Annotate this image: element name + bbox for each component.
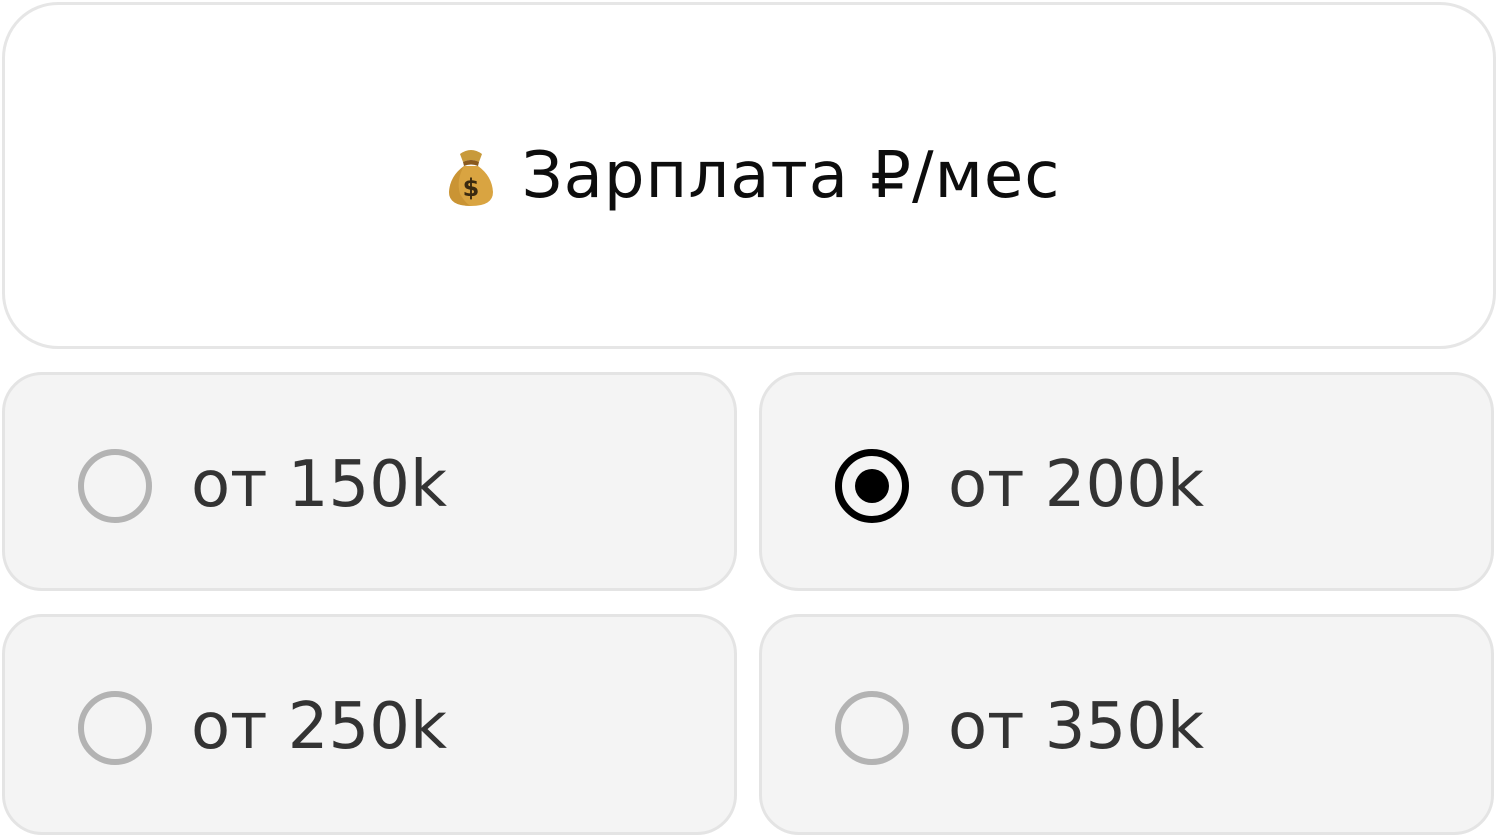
question-title: Зарплата ₽/мес (521, 138, 1061, 213)
money-bag-icon: $ (448, 149, 493, 206)
option-label: от 200k (948, 448, 1204, 522)
radio-button-unchecked[interactable] (835, 691, 909, 765)
salary-option-350k[interactable]: от 350k (759, 614, 1494, 835)
svg-text:$: $ (462, 174, 479, 202)
option-label: от 250k (191, 690, 447, 764)
salary-option-250k[interactable]: от 250k (2, 614, 737, 835)
radio-button-unchecked[interactable] (78, 691, 152, 765)
salary-option-200k[interactable]: от 200k (759, 372, 1494, 591)
radio-button-unchecked[interactable] (78, 449, 152, 523)
question-header: $ Зарплата ₽/мес (446, 139, 1061, 213)
option-label: от 350k (948, 690, 1204, 764)
question-card: $ Зарплата ₽/мес (2, 2, 1496, 349)
salary-option-150k[interactable]: от 150k (2, 372, 737, 591)
radio-dot (855, 469, 889, 503)
option-label: от 150k (191, 448, 447, 522)
radio-button-checked[interactable] (835, 449, 909, 523)
